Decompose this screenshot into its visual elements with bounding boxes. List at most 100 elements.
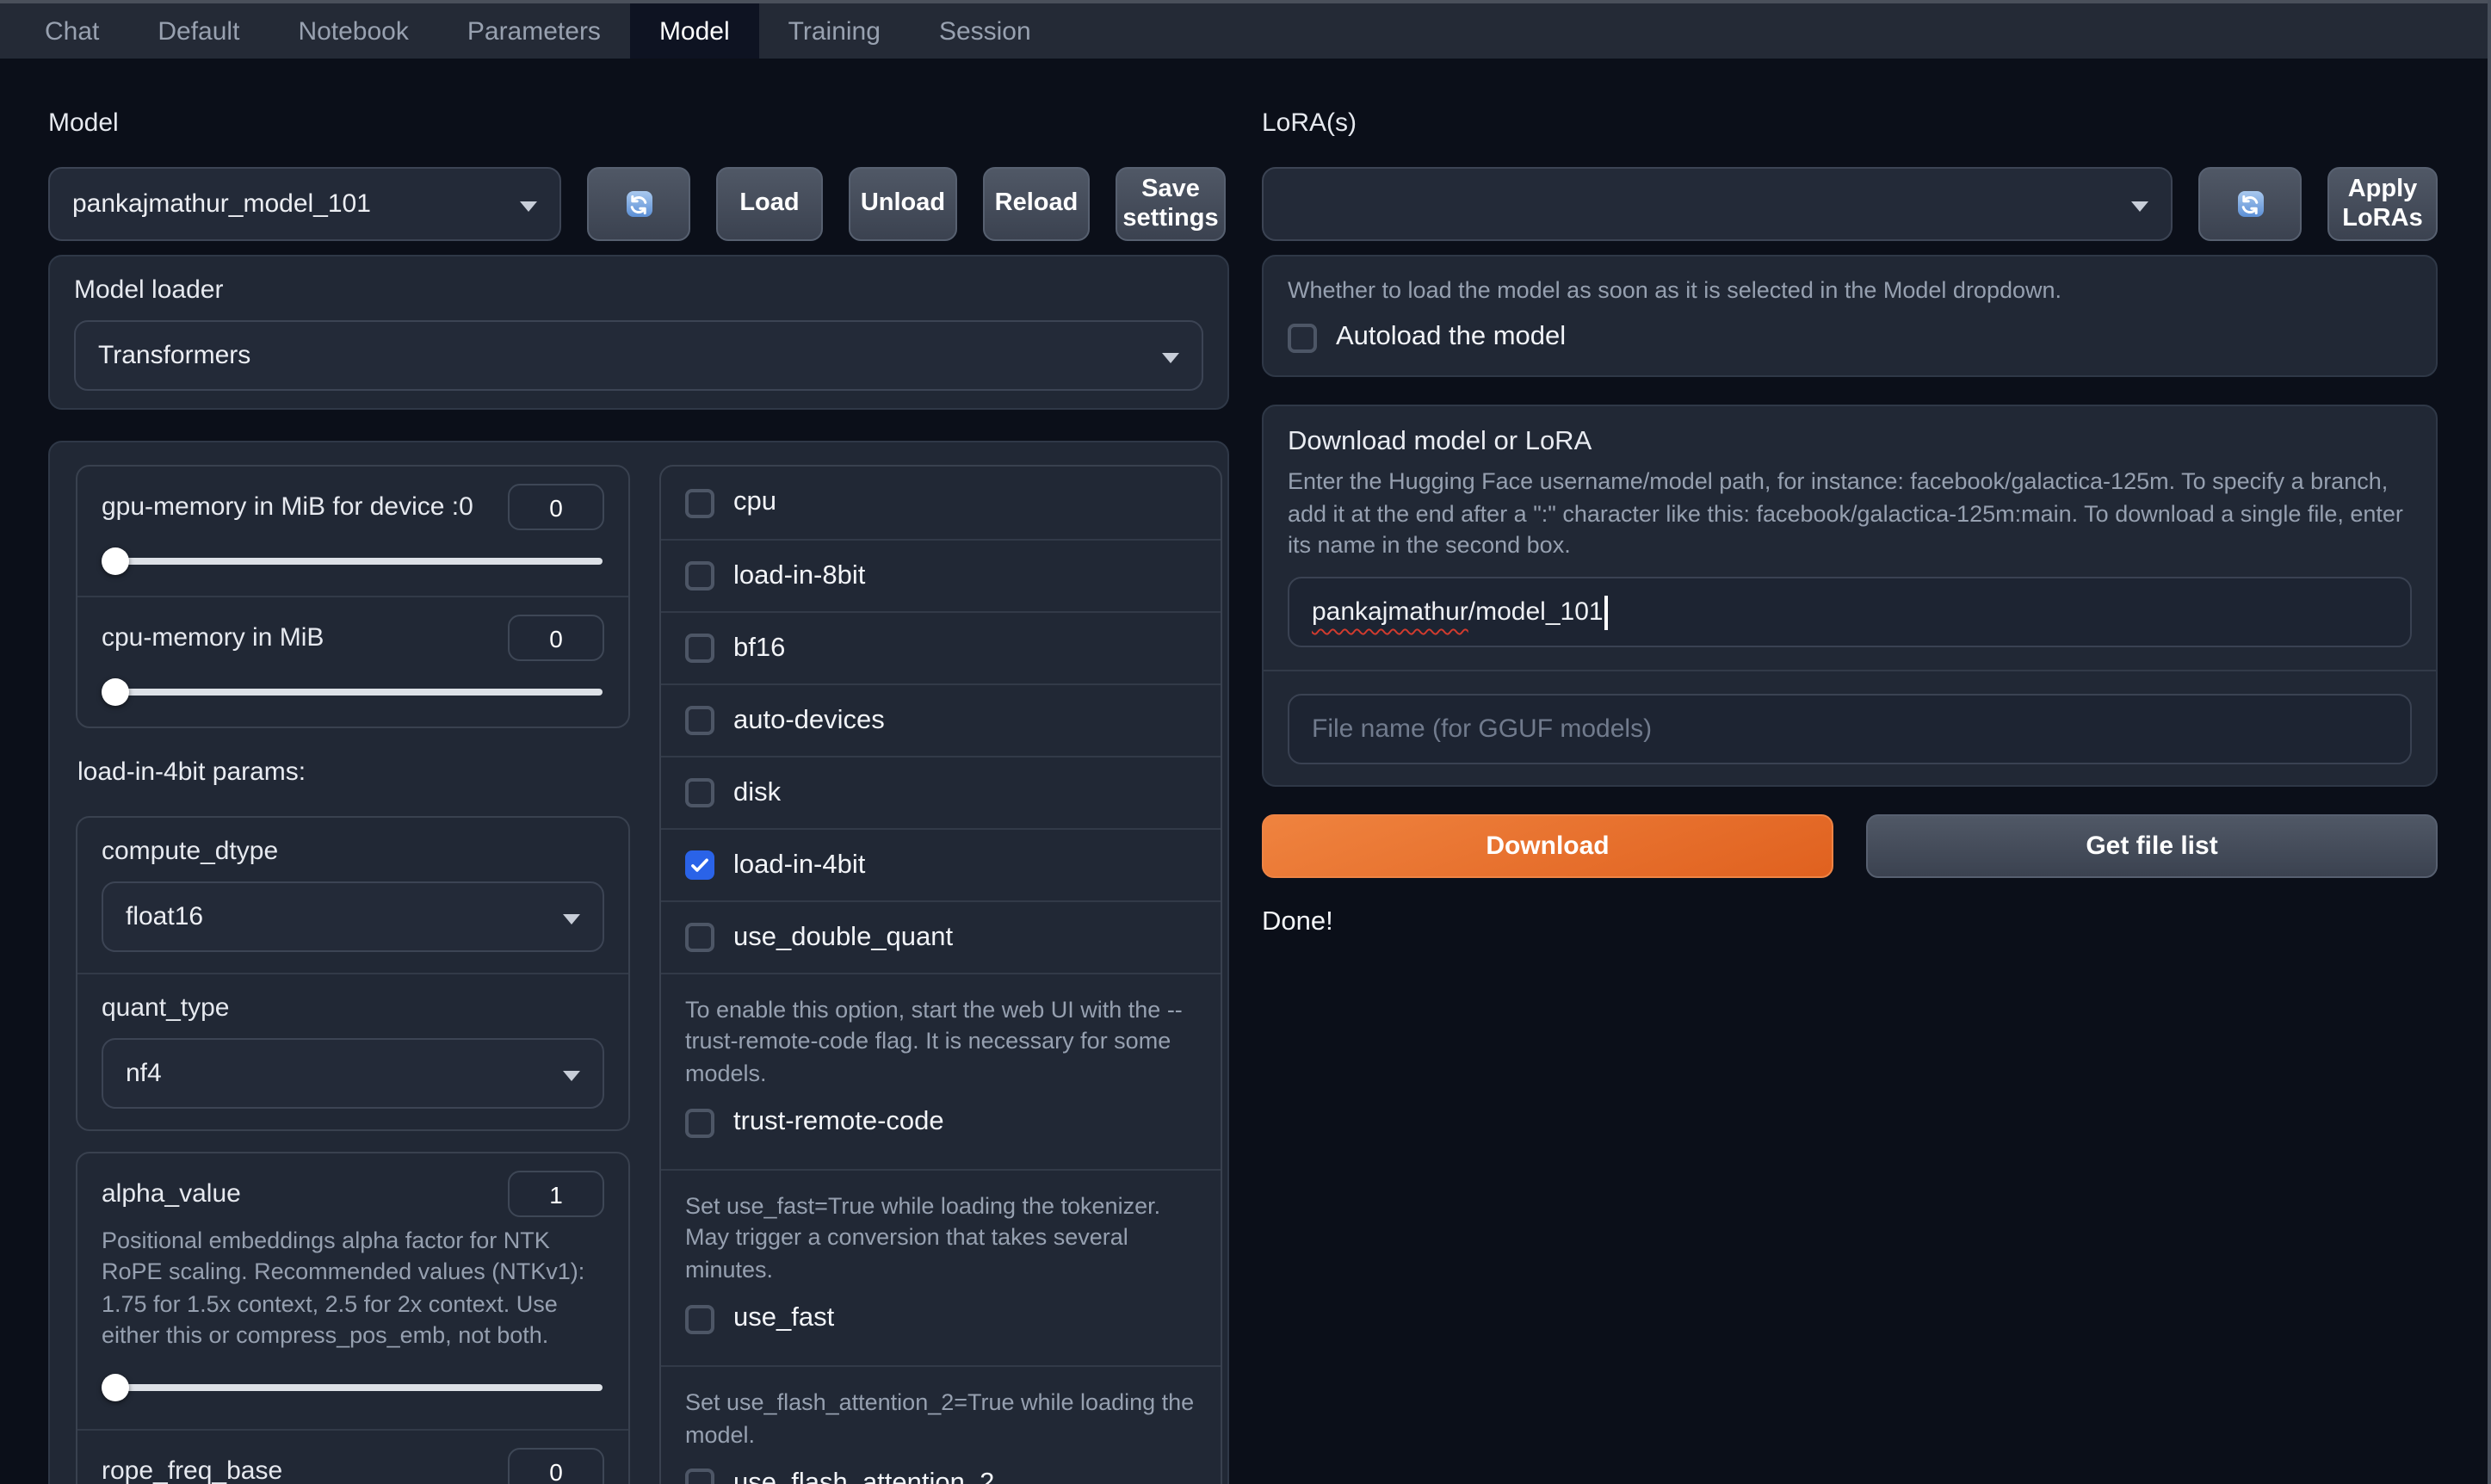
cpu-checkbox[interactable] (685, 488, 714, 517)
cpu-memory-slider[interactable] (102, 678, 603, 706)
bf16-checkbox[interactable] (685, 634, 714, 663)
checkbox-row-load-in-4bit: load-in-4bit (661, 828, 1221, 900)
slider-track[interactable] (103, 1384, 603, 1392)
compute-dtype-label: compute_dtype (102, 837, 279, 866)
use-flash-attention-2-checkbox-label[interactable]: use_flash_attention_2 (733, 1469, 994, 1484)
slider-handle[interactable] (102, 547, 129, 575)
auto-devices-checkbox-label[interactable]: auto-devices (733, 705, 885, 736)
left-column: Model pankajmathur_model_101 Load Unload… (48, 107, 1229, 1484)
auto-devices-checkbox[interactable] (685, 706, 714, 735)
autoload-block: Whether to load the model as soon as it … (1262, 255, 2438, 378)
use-fast-row: Set use_fast=True while loading the toke… (661, 1169, 1221, 1365)
get-file-list-button[interactable]: Get file list (1866, 814, 2438, 879)
trust-remote-code-checkbox-label[interactable]: trust-remote-code (733, 1107, 944, 1138)
autoload-checkbox-label[interactable]: Autoload the model (1336, 323, 1566, 354)
use-flash-attention-2-row: Set use_flash_attention_2=True while loa… (661, 1365, 1221, 1484)
quant-type-label: quant_type (102, 993, 230, 1023)
model-loader-dropdown[interactable]: Transformers (74, 320, 1203, 391)
divider (1264, 670, 2436, 672)
chevron-down-icon (1162, 352, 1179, 362)
load-in-4bit-checkbox[interactable] (685, 850, 714, 880)
download-model-input[interactable]: pankajmathur/model_101 (1288, 577, 2412, 648)
download-title: Download model or LoRA (1288, 427, 1592, 457)
model-dropdown[interactable]: pankajmathur_model_101 (48, 167, 561, 241)
alpha-value-input[interactable] (508, 1171, 604, 1217)
alpha-value-slider[interactable] (102, 1374, 603, 1402)
model-loader-label: Model loader (74, 275, 224, 305)
use-fast-info: Set use_fast=True while loading the toke… (685, 1193, 1161, 1283)
use-fast-checkbox-label[interactable]: use_fast (733, 1303, 834, 1334)
reload-button[interactable]: Reload (983, 167, 1090, 241)
slider-handle[interactable] (102, 1374, 129, 1402)
compute-dtype-dropdown[interactable]: float16 (102, 881, 604, 952)
right-column: LoRA(s) Apply LoRAs Whether to load the … (1262, 107, 2438, 1484)
scrollbar-edge[interactable] (2488, 0, 2491, 1484)
gpu-memory-row: gpu-memory in MiB for device :0 (77, 467, 628, 596)
load-in-8bit-checkbox[interactable] (685, 561, 714, 591)
checkbox-row-cpu: cpu (661, 467, 1221, 539)
flags-group: cpu load-in-8bit bf16 auto-devices disk … (659, 465, 1222, 1484)
tab-bar: Chat Default Notebook Parameters Model T… (0, 3, 2491, 59)
trust-remote-code-info: To enable this option, start the web UI … (685, 997, 1183, 1086)
compute-dtype-value: float16 (126, 902, 204, 931)
bf16-checkbox-label[interactable]: bf16 (733, 633, 785, 664)
chevron-down-icon (563, 913, 580, 924)
cpu-checkbox-label[interactable]: cpu (733, 487, 776, 518)
rope-group: alpha_value Positional embeddings alpha … (76, 1152, 630, 1484)
loader-params-block: gpu-memory in MiB for device :0 0 cpu-me… (48, 441, 1229, 1484)
rope-freq-base-input[interactable] (508, 1448, 604, 1484)
alpha-value-row: alpha_value Positional embeddings alpha … (77, 1153, 628, 1430)
download-button[interactable]: Download (1262, 814, 1833, 879)
use-double-quant-checkbox-label[interactable]: use_double_quant (733, 922, 953, 953)
compute-dtype-row: compute_dtype float16 (77, 818, 628, 973)
model-loader-block: Model loader Transformers (48, 255, 1229, 410)
chevron-down-icon (520, 201, 537, 211)
disk-checkbox[interactable] (685, 778, 714, 807)
gpu-memory-value-input[interactable] (508, 484, 604, 530)
gpu-memory-slider[interactable] (102, 547, 603, 575)
load-button[interactable]: Load (716, 167, 823, 241)
model-controls-row: pankajmathur_model_101 Load Unload Reloa… (48, 167, 1229, 241)
tab-model[interactable]: Model (629, 3, 759, 59)
memory-sliders-group: gpu-memory in MiB for device :0 0 cpu-me… (76, 465, 630, 728)
model-dropdown-value: pankajmathur_model_101 (72, 189, 371, 219)
slider-track[interactable] (103, 558, 603, 565)
model-loader-value: Transformers (98, 341, 251, 370)
refresh-models-button[interactable] (587, 167, 690, 241)
quant-dropdowns-group: compute_dtype float16 quant_type nf4 (76, 816, 630, 1131)
tab-session[interactable]: Session (910, 3, 1060, 59)
load-in-8bit-checkbox-label[interactable]: load-in-8bit (733, 560, 865, 591)
lora-dropdown[interactable] (1262, 167, 2173, 241)
use-fast-checkbox[interactable] (685, 1304, 714, 1334)
file-name-input[interactable] (1288, 694, 2412, 765)
autoload-checkbox[interactable] (1288, 323, 1317, 353)
quant-type-row: quant_type nf4 (77, 973, 628, 1129)
load-in-4bit-checkbox-label[interactable]: load-in-4bit (733, 850, 865, 881)
tab-default[interactable]: Default (128, 3, 269, 59)
cpu-memory-value-input[interactable] (508, 615, 604, 661)
unload-button[interactable]: Unload (849, 167, 957, 241)
tab-chat[interactable]: Chat (15, 3, 128, 59)
autoload-info: Whether to load the model as soon as it … (1288, 277, 2062, 303)
tab-notebook[interactable]: Notebook (269, 3, 437, 59)
apply-loras-button[interactable]: Apply LoRAs (2327, 167, 2438, 241)
tab-training[interactable]: Training (759, 3, 910, 59)
slider-handle[interactable] (102, 678, 129, 706)
use-flash-attention-2-info: Set use_flash_attention_2=True while loa… (685, 1389, 1195, 1448)
use-double-quant-checkbox[interactable] (685, 923, 714, 952)
checkbox-row-auto-devices: auto-devices (661, 683, 1221, 756)
download-buttons-row: Download Get file list (1262, 814, 2438, 879)
text-cursor (1604, 595, 1608, 630)
checkmark-icon (691, 858, 708, 872)
tab-parameters[interactable]: Parameters (438, 3, 630, 59)
trust-remote-code-checkbox[interactable] (685, 1108, 714, 1138)
save-settings-button[interactable]: Save settings (1116, 167, 1226, 241)
quant-type-dropdown[interactable]: nf4 (102, 1038, 604, 1109)
refresh-loras-button[interactable] (2198, 167, 2302, 241)
use-flash-attention-2-checkbox[interactable] (685, 1469, 714, 1484)
slider-track[interactable] (103, 689, 603, 696)
download-info: Enter the Hugging Face username/model pa… (1288, 468, 2403, 559)
window-top-edge (0, 0, 2491, 3)
disk-checkbox-label[interactable]: disk (733, 777, 781, 808)
download-block: Download model or LoRA Enter the Hugging… (1262, 405, 2438, 788)
